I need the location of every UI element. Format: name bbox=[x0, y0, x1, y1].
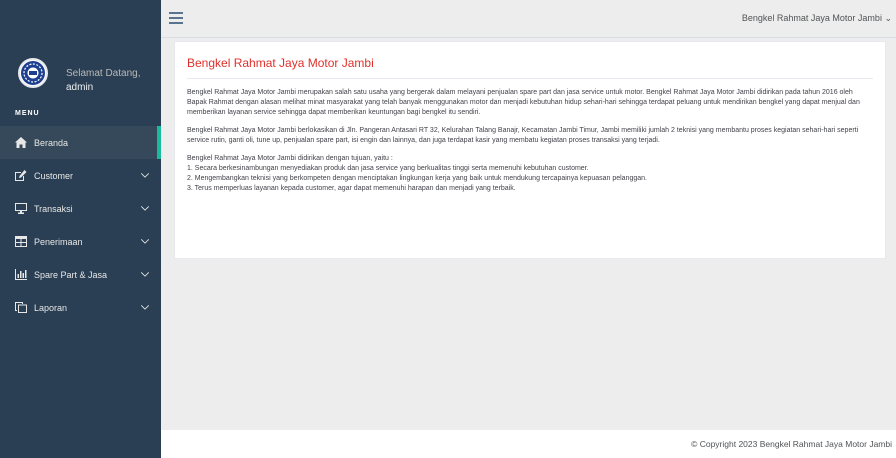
copy-icon bbox=[14, 302, 28, 314]
chevron-down-icon bbox=[141, 237, 149, 245]
logo-icon bbox=[21, 61, 45, 85]
chevron-down-icon bbox=[141, 171, 149, 179]
home-icon bbox=[14, 137, 28, 149]
goal-item: 2. Mengembangkan teknisi yang berkompete… bbox=[187, 175, 647, 182]
menu-toggle-icon[interactable] bbox=[169, 12, 183, 24]
sidebar-item-label: Laporan bbox=[34, 302, 68, 313]
sidebar-item-label: Penerimaan bbox=[34, 236, 83, 247]
desktop-icon bbox=[14, 203, 28, 215]
caret-down-icon: ⌄ bbox=[884, 13, 892, 23]
copyright-text: © Copyright 2023 Bengkel Rahmat Jaya Mot… bbox=[691, 439, 892, 449]
username: admin bbox=[66, 82, 94, 93]
edit-icon bbox=[14, 170, 28, 182]
avatar bbox=[18, 58, 48, 88]
chevron-down-icon bbox=[141, 204, 149, 212]
goal-item: 1. Secara berkesinambungan menyediakan p… bbox=[187, 165, 589, 172]
location-paragraph: Bengkel Rahmat Jaya Motor Jambi berlokas… bbox=[187, 127, 859, 144]
chevron-down-icon bbox=[141, 303, 149, 311]
sidebar-item-transaksi[interactable]: Transaksi bbox=[0, 192, 161, 225]
about-paragraph: Bengkel Rahmat Jaya Motor Jambi merupaka… bbox=[187, 89, 860, 116]
sidebar-item-label: Beranda bbox=[34, 137, 69, 148]
sidebar: Selamat Datang, admin MENU Beranda Custo… bbox=[0, 0, 161, 458]
menu-title: MENU bbox=[15, 110, 40, 117]
sidebar-item-penerimaan[interactable]: Penerimaan bbox=[0, 225, 161, 258]
sidebar-item-customer[interactable]: Customer bbox=[0, 159, 161, 192]
footer: © Copyright 2023 Bengkel Rahmat Jaya Mot… bbox=[161, 430, 896, 458]
sidebar-item-beranda[interactable]: Beranda bbox=[0, 126, 161, 159]
chevron-down-icon bbox=[141, 270, 149, 278]
sidebar-item-laporan[interactable]: Laporan bbox=[0, 291, 161, 324]
top-navbar: Bengkel Rahmat Jaya Motor Jambi ⌄ bbox=[161, 0, 896, 38]
sidebar-item-label: Customer bbox=[34, 170, 74, 181]
user-menu[interactable]: Bengkel Rahmat Jaya Motor Jambi ⌄ bbox=[742, 13, 892, 24]
goal-item: 3. Terus memperluas layanan kepada custo… bbox=[187, 185, 516, 192]
table-icon bbox=[14, 236, 28, 248]
sidebar-item-label: Spare Part & Jasa bbox=[34, 269, 108, 280]
bar-chart-icon bbox=[14, 269, 28, 281]
goals-intro: Bengkel Rahmat Jaya Motor Jambi didirika… bbox=[187, 155, 393, 162]
content-panel: Bengkel Rahmat Jaya Motor Jambi Bengkel … bbox=[174, 41, 886, 259]
sidebar-nav: Beranda Customer Transaksi Penerimaan Sp… bbox=[0, 126, 161, 324]
page-title: Bengkel Rahmat Jaya Motor Jambi bbox=[187, 56, 873, 79]
user-menu-label: Bengkel Rahmat Jaya Motor Jambi bbox=[741, 13, 882, 23]
sidebar-item-label: Transaksi bbox=[34, 203, 73, 214]
profile: Selamat Datang, admin bbox=[0, 48, 161, 98]
sidebar-item-spare-part-jasa[interactable]: Spare Part & Jasa bbox=[0, 258, 161, 291]
welcome-text: Selamat Datang, bbox=[66, 68, 141, 79]
